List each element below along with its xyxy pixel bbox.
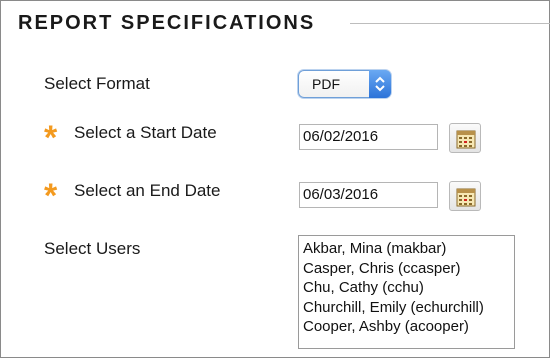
start-date-input[interactable]: 06/02/2016 bbox=[299, 124, 438, 150]
users-label: Select Users bbox=[44, 239, 141, 258]
format-select[interactable]: PDF bbox=[298, 70, 391, 98]
required-asterisk-icon: * bbox=[44, 177, 58, 215]
chevron-updown-icon bbox=[369, 70, 391, 98]
format-select-value: PDF bbox=[312, 76, 340, 92]
list-item[interactable]: Churchill, Emily (echurchill) bbox=[303, 298, 514, 318]
end-date-calendar-button[interactable] bbox=[449, 181, 481, 211]
format-label: Select Format bbox=[44, 74, 150, 93]
end-date-input[interactable]: 06/03/2016 bbox=[299, 182, 438, 208]
list-item[interactable]: Cooper, Ashby (acooper) bbox=[303, 317, 514, 337]
list-item[interactable]: Chu, Cathy (cchu) bbox=[303, 278, 514, 298]
end-date-label: Select an End Date bbox=[74, 181, 221, 200]
section-title: REPORT SPECIFICATIONS bbox=[18, 12, 316, 34]
list-item[interactable]: Akbar, Mina (makbar) bbox=[303, 239, 514, 259]
start-date-label: Select a Start Date bbox=[74, 123, 217, 142]
list-item[interactable]: Casper, Chris (ccasper) bbox=[303, 259, 514, 279]
start-date-calendar-button[interactable] bbox=[449, 123, 481, 153]
title-divider bbox=[350, 23, 550, 24]
required-asterisk-icon: * bbox=[44, 119, 58, 157]
report-specifications-panel: REPORT SPECIFICATIONS Select Format PDF … bbox=[0, 0, 550, 358]
users-listbox[interactable]: Akbar, Mina (makbar) Casper, Chris (ccas… bbox=[298, 235, 515, 349]
